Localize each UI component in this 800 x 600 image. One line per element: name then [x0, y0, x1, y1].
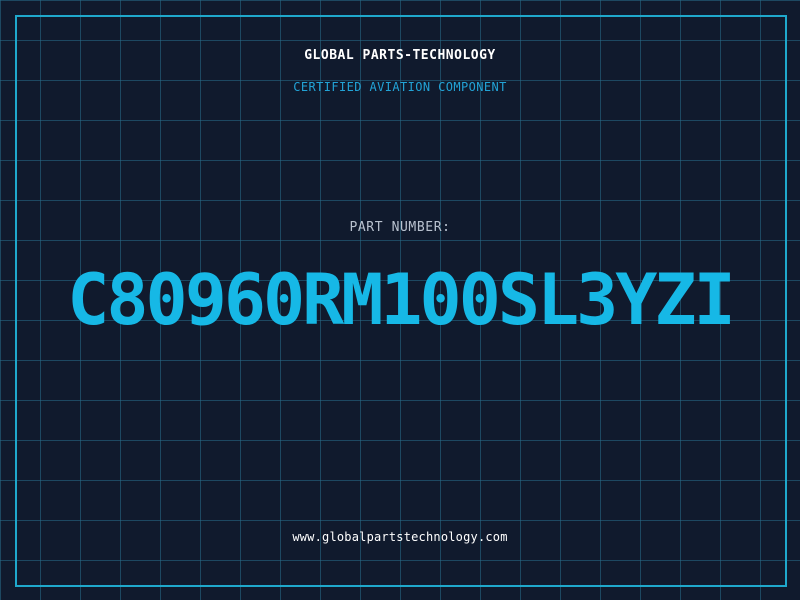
certification-subtitle: CERTIFIED AVIATION COMPONENT	[293, 80, 507, 94]
website-url: www.globalpartstechnology.com	[292, 530, 508, 544]
label-card: GLOBAL PARTS-TECHNOLOGY CERTIFIED AVIATI…	[0, 0, 800, 600]
part-number-value: C80960RM100SL3YZI	[67, 259, 735, 341]
part-number-label: PART NUMBER:	[349, 220, 451, 235]
company-name: GLOBAL PARTS-TECHNOLOGY	[304, 48, 496, 63]
